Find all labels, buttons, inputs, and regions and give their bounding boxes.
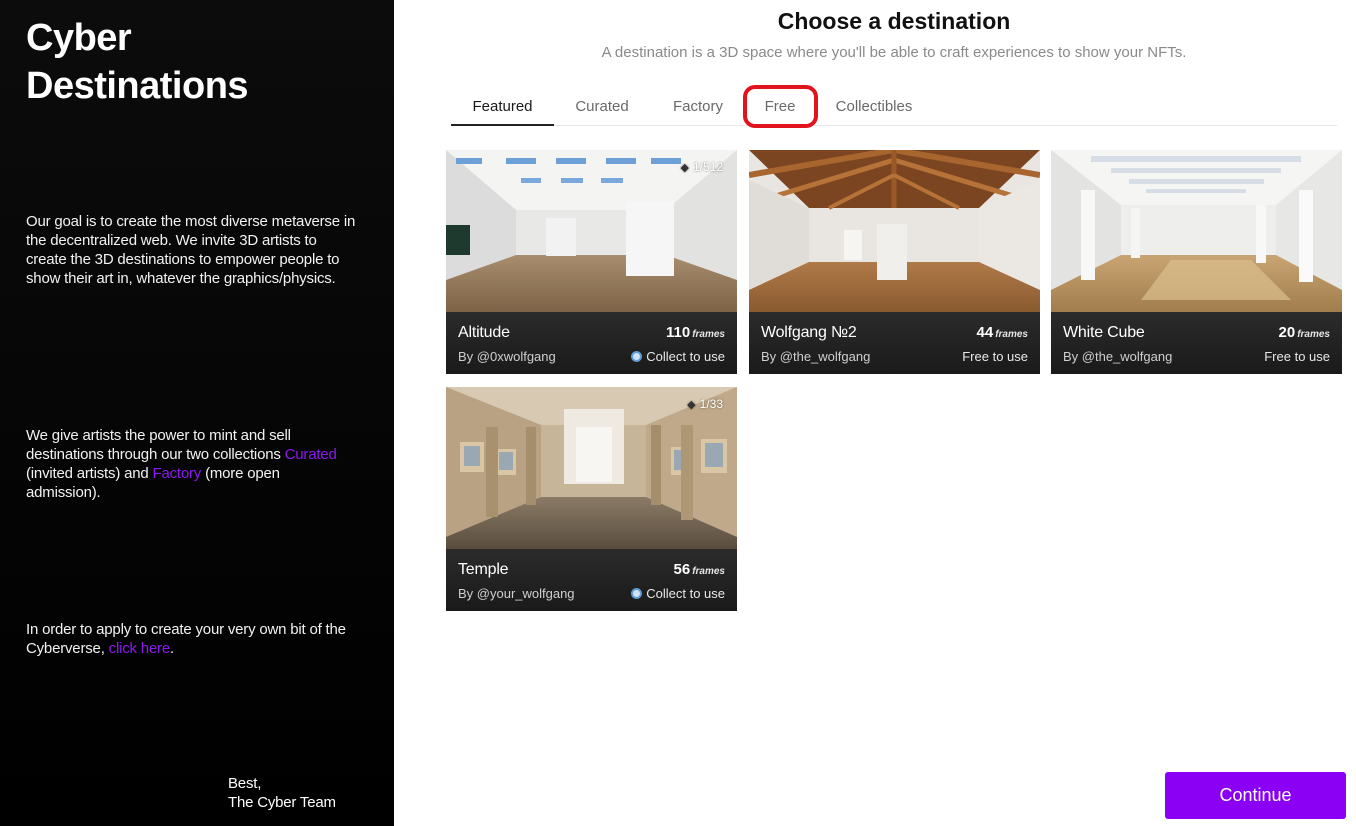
- card-title: Altitude: [458, 324, 510, 341]
- goal-paragraph: Our goal is to create the most diverse m…: [26, 213, 356, 287]
- frames-count: 44: [976, 324, 994, 341]
- card-title: Temple: [458, 561, 509, 578]
- white-cube-thumbnail: [1051, 150, 1342, 312]
- card-usage: Free to use: [1264, 349, 1330, 364]
- wolfgang-thumbnail: [749, 150, 1040, 312]
- card-author: By @your_wolfgang: [458, 586, 575, 601]
- temple-edition: ◆ 1/33: [687, 397, 723, 411]
- frames-count: 110: [665, 324, 691, 341]
- card-author: By @the_wolfgang: [1063, 349, 1173, 364]
- altitude-edition: ◆ 1/512: [681, 160, 724, 174]
- collections-text-mid: (invited artists) and: [26, 465, 153, 482]
- apply-paragraph: In order to apply to create your very ow…: [26, 620, 356, 658]
- brand-line-1: Cyber: [26, 17, 132, 59]
- collections-text-start: We give artists the power to mint and se…: [26, 427, 291, 463]
- temple-info: Temple 56 frames By @your_wolfgang Collec…: [446, 549, 737, 611]
- ethereum-icon: ◆: [687, 399, 696, 411]
- white-cube-info: White Cube 20 frames By @the_wolfgang Fre…: [1051, 312, 1342, 374]
- card-author: By @the_wolfgang: [761, 349, 871, 364]
- ethereum-icon: ◆: [680, 162, 689, 174]
- card-frames: 110 frames: [666, 324, 725, 341]
- temple-thumbnail: [446, 387, 737, 549]
- card-author: By @0xwolfgang: [458, 349, 556, 364]
- altitude-thumbnail: [446, 150, 737, 312]
- destination-card-white-cube[interactable]: White Cube 20 frames By @the_wolfgang Fre…: [1051, 150, 1342, 374]
- signoff: Best, The Cyber Team: [228, 774, 336, 812]
- signoff-line-1: Best,: [228, 775, 262, 792]
- factory-link[interactable]: Factory: [152, 465, 201, 482]
- card-usage: Free to use: [962, 349, 1028, 364]
- card-title: White Cube: [1063, 324, 1145, 341]
- destination-card-altitude[interactable]: ◆ 1/512 Altitude 110 frames By @0xwolfgang…: [446, 150, 737, 374]
- destination-tabs: Featured Curated Factory Free Collectibl…: [451, 88, 1337, 126]
- tab-factory[interactable]: Factory: [663, 88, 733, 126]
- curated-link[interactable]: Curated: [285, 446, 337, 463]
- card-title: Wolfgang №2: [761, 324, 857, 341]
- signoff-line-2: The Cyber Team: [228, 794, 336, 811]
- destination-card-temple[interactable]: ◆ 1/33 Temple 56 frames By @your_wolfgang …: [446, 387, 737, 611]
- collect-icon: [631, 351, 643, 362]
- temple-edition-count: 1/33: [699, 397, 723, 411]
- card-usage: Collect to use: [631, 586, 725, 601]
- collect-icon: [631, 588, 643, 599]
- wolfgang-info: Wolfgang №2 44 frames By @the_wolfgang Fr…: [749, 312, 1040, 374]
- page-title: Choose a destination: [777, 8, 1011, 34]
- frames-count: 20: [1278, 324, 1296, 341]
- sidebar: Cyber Destinations Our goal is to create…: [0, 0, 394, 826]
- continue-button[interactable]: Continue: [1165, 772, 1346, 819]
- apply-text-end: .: [170, 640, 174, 657]
- tab-collectibles[interactable]: Collectibles: [829, 88, 919, 126]
- card-frames: 56 frames: [674, 561, 726, 578]
- card-frames: 44 frames: [977, 324, 1029, 341]
- tab-curated[interactable]: Curated: [567, 88, 637, 126]
- usage-label: Collect to use: [646, 586, 725, 601]
- apply-text-start: In order to apply to create your very ow…: [26, 621, 346, 657]
- frames-count: 56: [673, 561, 691, 578]
- altitude-edition-count: 1/512: [692, 160, 723, 174]
- page-subtitle: A destination is a 3D space where you'll…: [601, 44, 1187, 61]
- apply-link[interactable]: click here: [109, 640, 171, 657]
- frames-unit: frames: [692, 566, 725, 577]
- altitude-info: Altitude 110 frames By @0xwolfgang Collec…: [446, 312, 737, 374]
- brand-line-2: Destinations: [26, 65, 249, 107]
- card-usage: Collect to use: [631, 349, 725, 364]
- brand-title: Cyber Destinations: [26, 14, 366, 110]
- tab-free[interactable]: Free: [753, 88, 807, 126]
- collections-paragraph: We give artists the power to mint and se…: [26, 426, 356, 502]
- tab-featured[interactable]: Featured: [451, 88, 554, 126]
- frames-unit: frames: [995, 329, 1028, 340]
- destination-card-wolfgang-no2[interactable]: Wolfgang №2 44 frames By @the_wolfgang Fr…: [749, 150, 1040, 374]
- frames-unit: frames: [1297, 329, 1330, 340]
- card-frames: 20 frames: [1279, 324, 1331, 341]
- frames-unit: frames: [692, 329, 725, 340]
- usage-label: Collect to use: [646, 349, 725, 364]
